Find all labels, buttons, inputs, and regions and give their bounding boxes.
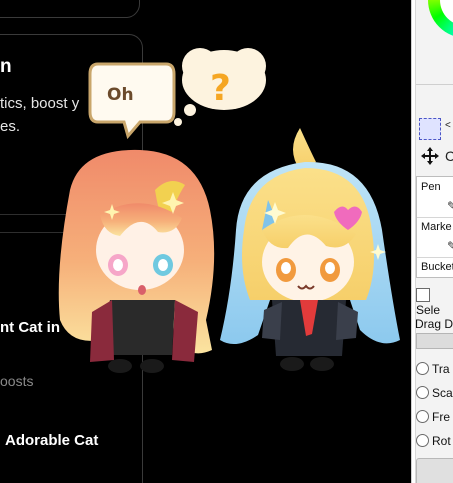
apply-button[interactable]	[416, 458, 453, 483]
radio-button[interactable]	[416, 362, 429, 375]
thought-bubble: ?	[174, 48, 266, 126]
four-arrow-move-icon	[421, 147, 439, 165]
card-description: tics, boost y es.	[0, 92, 79, 138]
select-checkbox-row[interactable]: Sele	[416, 288, 453, 317]
thought-bubble-text: ?	[210, 68, 231, 109]
feed-divider	[0, 232, 140, 233]
select-checkbox[interactable]	[416, 288, 430, 302]
select-checkbox-label: Sele	[416, 303, 441, 317]
pen-icon: ✎	[447, 199, 453, 213]
brush-bucket[interactable]: Bucket	[421, 261, 453, 273]
radio-label: Sca	[432, 386, 453, 400]
radio-label: Tra	[432, 362, 450, 376]
radio-label: Fre	[432, 410, 450, 424]
chibi-character-right	[220, 128, 400, 371]
marker-icon: ✎	[447, 239, 453, 253]
transform-radio-translate[interactable]: Tra	[416, 362, 450, 376]
drag-label: Drag D	[415, 317, 453, 331]
brush-divider	[417, 217, 453, 218]
post-title-line-1[interactable]: nt Cat in	[0, 319, 60, 336]
card-title: n	[0, 56, 12, 77]
radio-label: Rot	[432, 434, 451, 448]
select-tool-label: <	[445, 120, 451, 131]
feed-divider	[0, 214, 140, 215]
card-desc-line-2: es.	[0, 118, 21, 135]
radio-button[interactable]	[416, 434, 429, 447]
radio-button[interactable]	[416, 410, 429, 423]
transform-radio-scale[interactable]: Sca	[416, 386, 453, 400]
color-wheel[interactable]	[428, 0, 453, 38]
color-picker[interactable]	[416, 0, 453, 85]
post-meta: oosts	[0, 373, 34, 389]
transform-radio-free[interactable]: Fre	[416, 410, 450, 424]
radio-button[interactable]	[416, 386, 429, 399]
feed-card-previous[interactable]	[0, 0, 140, 18]
card-desc-line-1: tics, boost y	[0, 95, 80, 112]
brush-pen[interactable]: Pen	[421, 181, 441, 193]
brush-list[interactable]: Pen ✎ Marke ✎ Bucket	[416, 176, 453, 278]
tool-panel: < C Pen ✎ Marke ✎ Bucket Sele Drag D Tra…	[411, 0, 453, 483]
post-title-2[interactable]: Adorable Cat	[5, 432, 98, 449]
screen: n tics, boost y es. nt Cat in oosts Ador…	[0, 0, 453, 483]
color-wheel-center[interactable]	[440, 0, 453, 26]
move-tool-label: C	[445, 148, 453, 164]
post-title[interactable]: nt Cat in	[0, 318, 60, 338]
brush-divider	[417, 257, 453, 258]
move-tool-button[interactable]	[419, 145, 441, 167]
transform-radio-rotate[interactable]: Rot	[416, 434, 451, 448]
brush-marker[interactable]: Marke	[421, 221, 452, 233]
select-tool-button[interactable]	[419, 118, 441, 140]
drag-slider[interactable]	[416, 333, 453, 349]
